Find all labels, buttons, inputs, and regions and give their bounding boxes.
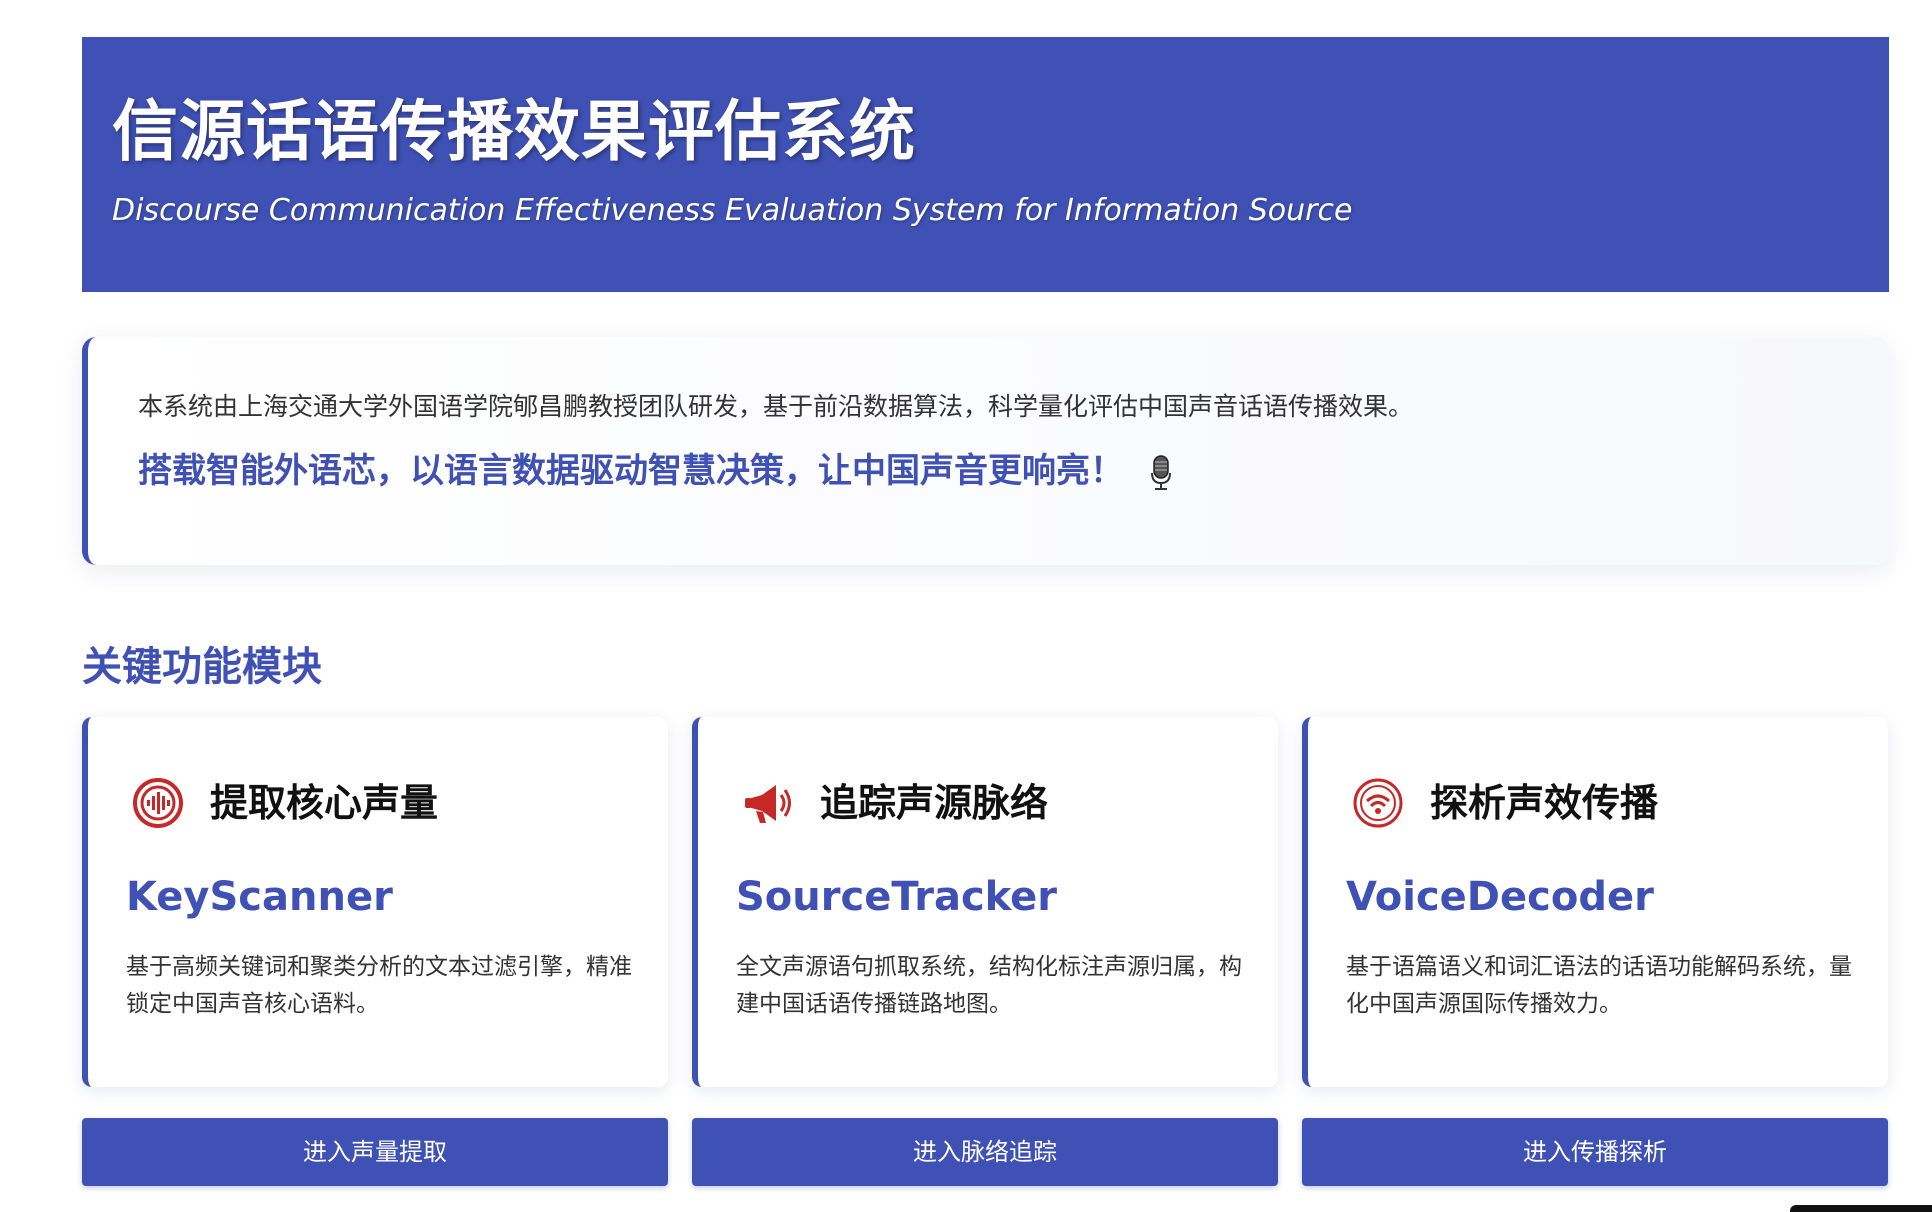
scroll-indicator: [1790, 1205, 1932, 1212]
section-title: 关键功能模块: [82, 644, 322, 690]
card-module-name: VoiceDecoder: [1346, 874, 1654, 920]
megaphone-icon: [742, 777, 794, 829]
card-header: 提取核心声量: [132, 777, 438, 829]
header-banner: 信源话语传播效果评估系统 Discourse Communication Eff…: [82, 37, 1889, 292]
card-title: 追踪声源脉络: [820, 781, 1049, 825]
sound-wave-icon: [132, 777, 184, 829]
broadcast-icon: [1352, 777, 1404, 829]
card-title: 提取核心声量: [210, 781, 439, 825]
card-header: 探析声效传播: [1352, 777, 1658, 829]
page-subtitle: Discourse Communication Effectiveness Ev…: [112, 193, 1353, 228]
intro-panel: 本系统由上海交通大学外国语学院郇昌鹏教授团队研发，基于前沿数据算法，科学量化评估…: [82, 337, 1889, 565]
card-header: 追踪声源脉络: [742, 777, 1048, 829]
module-card-voicedecoder: 探析声效传播 VoiceDecoder 基于语篇语义和词汇语法的话语功能解码系统…: [1302, 717, 1888, 1087]
card-description: 基于高频关键词和聚类分析的文本过滤引擎，精准锁定中国声音核心语料。: [126, 954, 632, 1017]
page: 信源话语传播效果评估系统 Discourse Communication Eff…: [0, 0, 1932, 1212]
card-description: 基于语篇语义和词汇语法的话语功能解码系统，量化中国声源国际传播效力。: [1346, 954, 1852, 1017]
card-module-name: SourceTracker: [736, 874, 1058, 920]
card-title: 探析声效传播: [1430, 781, 1659, 825]
microphone-icon: [1150, 454, 1172, 491]
intro-slogan: 搭载智能外语芯，以语言数据驱动智慧决策，让中国声音更响亮！: [138, 449, 1172, 493]
enter-sourcetracker-button[interactable]: 进入脉络追踪: [692, 1118, 1278, 1186]
slogan-text: 搭载智能外语芯，以语言数据驱动智慧决策，让中国声音更响亮！: [138, 451, 1124, 491]
module-card-keyscanner: 提取核心声量 KeyScanner 基于高频关键词和聚类分析的文本过滤引擎，精准…: [82, 717, 668, 1087]
enter-keyscanner-button[interactable]: 进入声量提取: [82, 1118, 668, 1186]
card-module-name: KeyScanner: [126, 874, 393, 920]
card-description: 全文声源语句抓取系统，结构化标注声源归属，构建中国话语传播链路地图。: [736, 954, 1242, 1017]
module-card-sourcetracker: 追踪声源脉络 SourceTracker 全文声源语句抓取系统，结构化标注声源归…: [692, 717, 1278, 1087]
enter-voicedecoder-button[interactable]: 进入传播探析: [1302, 1118, 1888, 1186]
page-title: 信源话语传播效果评估系统: [112, 93, 916, 170]
intro-description: 本系统由上海交通大学外国语学院郇昌鹏教授团队研发，基于前沿数据算法，科学量化评估…: [138, 392, 1414, 421]
